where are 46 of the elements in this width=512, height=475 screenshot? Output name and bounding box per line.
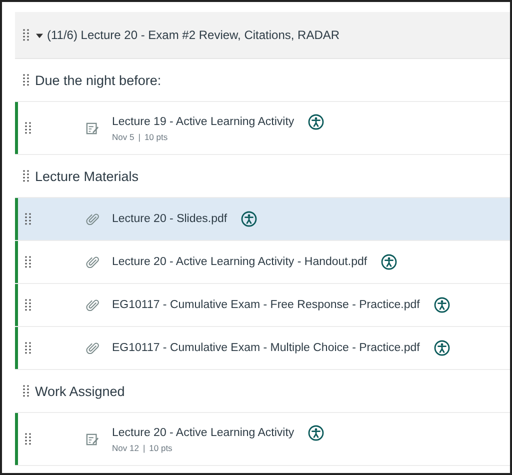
paperclip-icon [86,342,99,354]
subheader-title: Work Assigned [35,384,125,398]
due-date: Nov 5 [112,132,134,142]
drag-handle-icon[interactable] [25,256,31,268]
drag-handle-icon[interactable] [25,213,31,225]
drag-handle-icon[interactable] [25,433,31,445]
drag-handle-icon[interactable] [25,122,31,134]
item-title[interactable]: Lecture 20 - Active Learning Activity [112,427,294,439]
drag-handle-icon[interactable] [23,29,29,41]
module-title: (11/6) Lecture 20 - Exam #2 Review, Citations, RADAR [47,28,340,42]
drag-handle-icon[interactable] [25,299,31,311]
separator: | [138,132,140,142]
accessibility-icon[interactable] [241,211,258,227]
paperclip-icon [86,212,99,226]
subheader-title: Due the night before: [35,72,162,88]
accessibility-icon[interactable] [308,114,324,130]
accessibility-icon[interactable] [308,425,324,441]
due-date: Nov 12 [112,443,139,453]
module-item[interactable]: Lecture 19 - Active Learning Activity Nov 5 | 10 pts [15,102,510,155]
accessibility-icon[interactable] [434,297,450,313]
item-title[interactable]: Lecture 20 - Slides.pdf [112,213,228,225]
paperclip-icon [86,256,99,268]
drag-handle-icon[interactable] [23,74,29,86]
points: 10 pts [149,443,172,453]
drag-handle-icon[interactable] [23,385,29,397]
points: 10 pts [144,132,168,142]
module-item[interactable]: Lecture 20 - Slides.pdf [15,198,510,241]
module-item[interactable]: EG10117 - Cumulative Exam - Multiple Choice - Practice.pdf [15,327,510,370]
accessibility-icon[interactable] [434,340,450,356]
drag-handle-icon[interactable] [25,342,31,354]
caret-icon[interactable] [36,32,43,38]
accessibility-icon[interactable] [381,254,398,270]
paperclip-icon [86,298,99,312]
assignment-icon [86,432,99,446]
module-item[interactable]: Lecture 20 - Active Learning Activity Nov 12 | 10 pts [15,413,510,466]
item-title[interactable]: Lecture 20 - Active Learning Activity - Handout.pdf [112,256,368,268]
item-title[interactable]: Lecture 19 - Active Learning Activity [112,116,294,128]
module-item[interactable]: Lecture 20 - Active Learning Activity - Handout.pdf [15,241,510,284]
module-item[interactable]: EG10117 - Cumulative Exam - Free Response - Practice.pdf [15,284,510,327]
assignment-icon [86,122,99,134]
item-title[interactable]: EG10117 - Cumulative Exam - Multiple Choice - Practice.pdf [112,342,420,354]
subheader-title: Lecture Materials [35,168,139,184]
item-title[interactable]: EG10117 - Cumulative Exam - Free Response - Practice.pdf [112,299,420,311]
module-header[interactable]: (11/6) Lecture 20 - Exam #2 Review, Citations, RADAR [15,12,510,59]
separator: | [142,443,146,453]
drag-handle-icon[interactable] [23,170,29,182]
